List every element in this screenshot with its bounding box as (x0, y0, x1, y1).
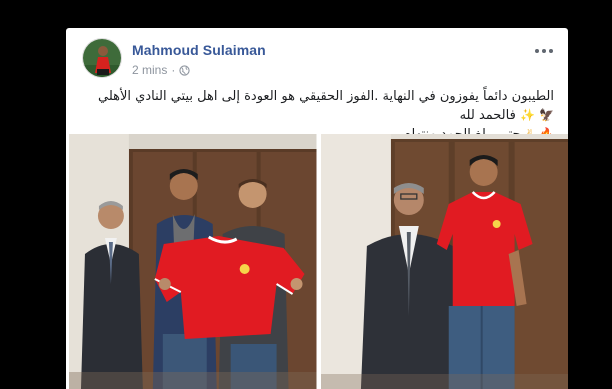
avatar-image (83, 39, 121, 77)
photo-left[interactable] (69, 134, 317, 389)
photo-two-men-standing (320, 134, 568, 389)
eagle-icon: 🦅 (539, 108, 554, 122)
author-avatar[interactable] (82, 38, 122, 78)
photo-three-men-holding-jersey (69, 134, 317, 389)
post-card: Mahmoud Sulaiman 2 mins · الطيبون دائماً… (66, 28, 568, 389)
post-text-main: الطيبون دائماً يفوزون في النهاية .الفوز … (97, 89, 554, 104)
more-options-icon[interactable] (532, 44, 556, 58)
post-meta: 2 mins · (132, 63, 190, 77)
photo-right[interactable] (320, 134, 568, 389)
post-text-line-1: الطيبون دائماً يفوزون في النهاية .الفوز … (80, 88, 554, 125)
globe-icon[interactable] (179, 64, 190, 76)
sparkles-icon: ✨ (519, 108, 535, 122)
post-header: Mahmoud Sulaiman 2 mins · (82, 38, 556, 80)
meta-separator: · (171, 63, 176, 77)
photo-grid (69, 134, 568, 389)
post-timestamp[interactable]: 2 mins (132, 63, 167, 77)
post-text-tail: فالحمد لله (459, 108, 516, 123)
author-name[interactable]: Mahmoud Sulaiman (132, 42, 266, 58)
